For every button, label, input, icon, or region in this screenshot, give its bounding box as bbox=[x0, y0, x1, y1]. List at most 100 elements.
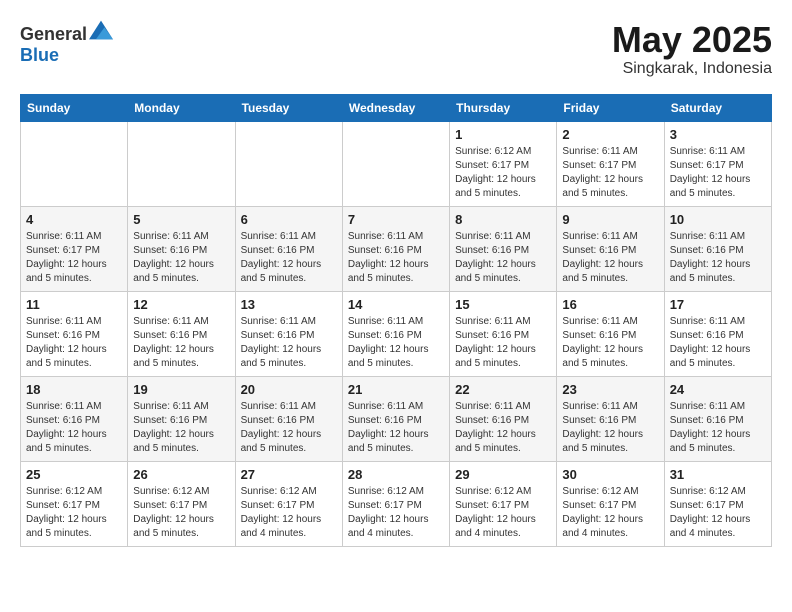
day-info: Sunrise: 6:11 AM Sunset: 6:16 PM Dayligh… bbox=[241, 230, 337, 286]
calendar-cell bbox=[235, 121, 342, 206]
day-number: 27 bbox=[241, 467, 337, 482]
calendar-cell: 6 Sunrise: 6:11 AM Sunset: 6:16 PM Daylig… bbox=[235, 206, 342, 291]
header: General Blue May 2025 Singkarak, Indones… bbox=[20, 20, 772, 78]
weekday-header-friday: Friday bbox=[557, 94, 664, 121]
weekday-header-sunday: Sunday bbox=[21, 94, 128, 121]
day-number: 2 bbox=[562, 127, 658, 142]
calendar-cell bbox=[128, 121, 235, 206]
calendar-cell: 30 Sunrise: 6:12 AM Sunset: 6:17 PM Dayli… bbox=[557, 461, 664, 546]
calendar-cell: 15Sunrise: 6:11 AM Sunset: 6:16 PM Dayli… bbox=[450, 291, 557, 376]
calendar-cell: 9Sunrise: 6:11 AM Sunset: 6:16 PM Daylig… bbox=[557, 206, 664, 291]
calendar-cell: 16 Sunrise: 6:11 AM Sunset: 6:16 PM Dayli… bbox=[557, 291, 664, 376]
week-row-5: 25Sunrise: 6:12 AM Sunset: 6:17 PM Dayli… bbox=[21, 461, 772, 546]
week-row-2: 4 Sunrise: 6:11 AM Sunset: 6:17 PM Daylig… bbox=[21, 206, 772, 291]
day-number: 31 bbox=[670, 467, 766, 482]
logo: General Blue bbox=[20, 20, 113, 66]
calendar-cell bbox=[342, 121, 449, 206]
day-number: 29 bbox=[455, 467, 551, 482]
day-info: Sunrise: 6:11 AM Sunset: 6:17 PM Dayligh… bbox=[26, 230, 122, 286]
day-number: 16 bbox=[562, 297, 658, 312]
day-number: 4 bbox=[26, 212, 122, 227]
day-number: 23 bbox=[562, 382, 658, 397]
day-info: Sunrise: 6:11 AM Sunset: 6:16 PM Dayligh… bbox=[26, 315, 122, 371]
day-number: 19 bbox=[133, 382, 229, 397]
day-number: 10 bbox=[670, 212, 766, 227]
day-number: 24 bbox=[670, 382, 766, 397]
calendar: SundayMondayTuesdayWednesdayThursdayFrid… bbox=[20, 94, 772, 547]
day-info: Sunrise: 6:11 AM Sunset: 6:17 PM Dayligh… bbox=[562, 145, 658, 201]
day-number: 8 bbox=[455, 212, 551, 227]
calendar-cell: 2 Sunrise: 6:11 AM Sunset: 6:17 PM Daylig… bbox=[557, 121, 664, 206]
day-info: Sunrise: 6:11 AM Sunset: 6:16 PM Dayligh… bbox=[562, 315, 658, 371]
weekday-header-wednesday: Wednesday bbox=[342, 94, 449, 121]
calendar-cell: 28Sunrise: 6:12 AM Sunset: 6:17 PM Dayli… bbox=[342, 461, 449, 546]
calendar-cell: 25Sunrise: 6:12 AM Sunset: 6:17 PM Dayli… bbox=[21, 461, 128, 546]
calendar-cell: 11 Sunrise: 6:11 AM Sunset: 6:16 PM Dayli… bbox=[21, 291, 128, 376]
calendar-cell: 12 Sunrise: 6:11 AM Sunset: 6:16 PM Dayli… bbox=[128, 291, 235, 376]
calendar-cell: 21Sunrise: 6:11 AM Sunset: 6:16 PM Dayli… bbox=[342, 376, 449, 461]
main-title: May 2025 bbox=[612, 20, 772, 60]
day-number: 11 bbox=[26, 297, 122, 312]
day-info: Sunrise: 6:12 AM Sunset: 6:17 PM Dayligh… bbox=[348, 485, 444, 541]
day-info: Sunrise: 6:11 AM Sunset: 6:16 PM Dayligh… bbox=[670, 315, 766, 371]
day-info: Sunrise: 6:12 AM Sunset: 6:17 PM Dayligh… bbox=[241, 485, 337, 541]
day-info: Sunrise: 6:11 AM Sunset: 6:16 PM Dayligh… bbox=[241, 400, 337, 456]
day-number: 1 bbox=[455, 127, 551, 142]
logo-blue: Blue bbox=[20, 45, 59, 65]
day-number: 22 bbox=[455, 382, 551, 397]
logo-icon bbox=[89, 20, 113, 40]
calendar-cell: 10Sunrise: 6:11 AM Sunset: 6:16 PM Dayli… bbox=[664, 206, 771, 291]
calendar-cell: 5 Sunrise: 6:11 AM Sunset: 6:16 PM Daylig… bbox=[128, 206, 235, 291]
calendar-cell: 1 Sunrise: 6:12 AM Sunset: 6:17 PM Daylig… bbox=[450, 121, 557, 206]
day-info: Sunrise: 6:11 AM Sunset: 6:16 PM Dayligh… bbox=[348, 230, 444, 286]
day-info: Sunrise: 6:11 AM Sunset: 6:17 PM Dayligh… bbox=[670, 145, 766, 201]
day-number: 3 bbox=[670, 127, 766, 142]
day-number: 13 bbox=[241, 297, 337, 312]
day-info: Sunrise: 6:11 AM Sunset: 6:16 PM Dayligh… bbox=[133, 230, 229, 286]
day-number: 6 bbox=[241, 212, 337, 227]
calendar-cell: 27 Sunrise: 6:12 AM Sunset: 6:17 PM Dayli… bbox=[235, 461, 342, 546]
day-number: 12 bbox=[133, 297, 229, 312]
weekday-header-saturday: Saturday bbox=[664, 94, 771, 121]
day-info: Sunrise: 6:12 AM Sunset: 6:17 PM Dayligh… bbox=[26, 485, 122, 541]
day-info: Sunrise: 6:11 AM Sunset: 6:16 PM Dayligh… bbox=[562, 400, 658, 456]
day-info: Sunrise: 6:12 AM Sunset: 6:17 PM Dayligh… bbox=[133, 485, 229, 541]
calendar-cell: 29 Sunrise: 6:12 AM Sunset: 6:17 PM Dayli… bbox=[450, 461, 557, 546]
weekday-header-row: SundayMondayTuesdayWednesdayThursdayFrid… bbox=[21, 94, 772, 121]
week-row-1: 1 Sunrise: 6:12 AM Sunset: 6:17 PM Daylig… bbox=[21, 121, 772, 206]
day-info: Sunrise: 6:12 AM Sunset: 6:17 PM Dayligh… bbox=[455, 485, 551, 541]
calendar-cell: 13Sunrise: 6:11 AM Sunset: 6:16 PM Dayli… bbox=[235, 291, 342, 376]
day-number: 7 bbox=[348, 212, 444, 227]
day-info: Sunrise: 6:12 AM Sunset: 6:17 PM Dayligh… bbox=[562, 485, 658, 541]
subtitle: Singkarak, Indonesia bbox=[612, 60, 772, 78]
week-row-4: 18 Sunrise: 6:11 AM Sunset: 6:16 PM Dayli… bbox=[21, 376, 772, 461]
calendar-cell: 14Sunrise: 6:11 AM Sunset: 6:16 PM Dayli… bbox=[342, 291, 449, 376]
calendar-cell: 26Sunrise: 6:12 AM Sunset: 6:17 PM Dayli… bbox=[128, 461, 235, 546]
calendar-cell: 17 Sunrise: 6:11 AM Sunset: 6:16 PM Dayli… bbox=[664, 291, 771, 376]
day-info: Sunrise: 6:11 AM Sunset: 6:16 PM Dayligh… bbox=[455, 315, 551, 371]
calendar-cell: 19Sunrise: 6:11 AM Sunset: 6:16 PM Dayli… bbox=[128, 376, 235, 461]
day-number: 5 bbox=[133, 212, 229, 227]
calendar-cell: 8 Sunrise: 6:11 AM Sunset: 6:16 PM Daylig… bbox=[450, 206, 557, 291]
logo-general: General bbox=[20, 24, 87, 44]
calendar-cell bbox=[21, 121, 128, 206]
day-number: 14 bbox=[348, 297, 444, 312]
day-number: 18 bbox=[26, 382, 122, 397]
calendar-cell: 22 Sunrise: 6:11 AM Sunset: 6:16 PM Dayli… bbox=[450, 376, 557, 461]
weekday-header-monday: Monday bbox=[128, 94, 235, 121]
day-number: 20 bbox=[241, 382, 337, 397]
day-info: Sunrise: 6:11 AM Sunset: 6:16 PM Dayligh… bbox=[455, 400, 551, 456]
day-info: Sunrise: 6:11 AM Sunset: 6:16 PM Dayligh… bbox=[133, 315, 229, 371]
day-info: Sunrise: 6:11 AM Sunset: 6:16 PM Dayligh… bbox=[455, 230, 551, 286]
calendar-cell: 4 Sunrise: 6:11 AM Sunset: 6:17 PM Daylig… bbox=[21, 206, 128, 291]
day-info: Sunrise: 6:12 AM Sunset: 6:17 PM Dayligh… bbox=[670, 485, 766, 541]
day-number: 30 bbox=[562, 467, 658, 482]
day-info: Sunrise: 6:11 AM Sunset: 6:16 PM Dayligh… bbox=[26, 400, 122, 456]
day-info: Sunrise: 6:11 AM Sunset: 6:16 PM Dayligh… bbox=[670, 400, 766, 456]
day-info: Sunrise: 6:12 AM Sunset: 6:17 PM Dayligh… bbox=[455, 145, 551, 201]
weekday-header-tuesday: Tuesday bbox=[235, 94, 342, 121]
week-row-3: 11 Sunrise: 6:11 AM Sunset: 6:16 PM Dayli… bbox=[21, 291, 772, 376]
calendar-cell: 3 Sunrise: 6:11 AM Sunset: 6:17 PM Daylig… bbox=[664, 121, 771, 206]
day-number: 17 bbox=[670, 297, 766, 312]
day-number: 21 bbox=[348, 382, 444, 397]
